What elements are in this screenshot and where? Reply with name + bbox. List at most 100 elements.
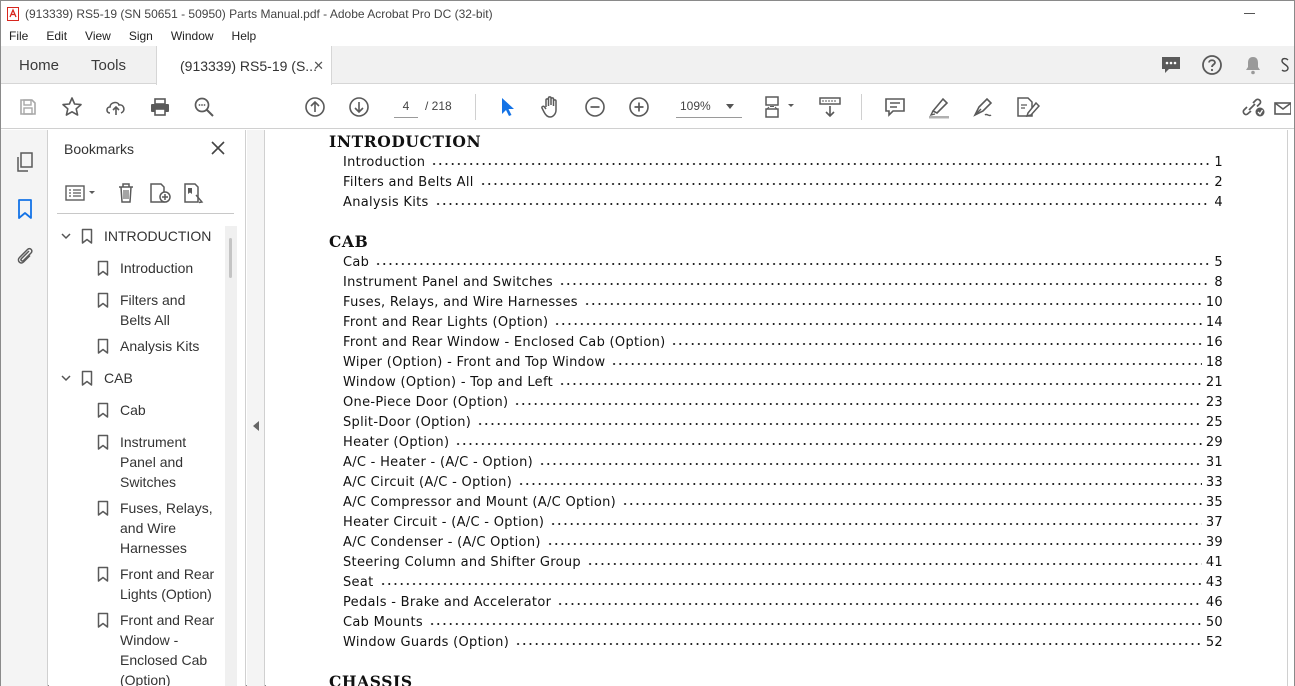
toc-entry[interactable]: A/C Circuit (A/C - Option) 33 — [343, 470, 1223, 490]
toc-entry[interactable]: A/C - Heater - (A/C - Option) 31 — [343, 450, 1223, 470]
menu-sign[interactable]: Sign — [125, 29, 153, 43]
toc-entry[interactable]: Filters and Belts All 2 — [343, 170, 1223, 190]
toc-entry[interactable]: Pedals - Brake and Accelerator 46 — [343, 590, 1223, 610]
toc-entry-page: 41 — [1205, 555, 1223, 570]
scrollbar-thumb[interactable] — [229, 238, 232, 278]
bookmark-item[interactable]: Introduction — [49, 258, 225, 278]
close-tab-icon[interactable]: ✕ — [313, 58, 324, 74]
comment-bubble-icon[interactable] — [1157, 51, 1185, 79]
new-bookmark-icon[interactable] — [147, 180, 173, 206]
tab-document-label: (913339) RS5-19 (S... — [180, 57, 317, 74]
toc-entry-page: 4 — [1214, 195, 1223, 210]
toc-entry[interactable]: Heater (Option) 29 — [343, 430, 1223, 450]
save-icon[interactable] — [14, 93, 42, 121]
delete-bookmark-icon[interactable] — [115, 180, 137, 206]
dot-leader — [586, 554, 1202, 567]
dot-leader — [518, 474, 1202, 487]
toc-entry[interactable]: Split-Door (Option) 25 — [343, 410, 1223, 430]
bookmarks-scrollbar[interactable] — [225, 226, 237, 686]
toc-entry[interactable]: A/C Condenser - (A/C Option) 39 — [343, 530, 1223, 550]
menu-edit[interactable]: Edit — [42, 29, 67, 43]
vertical-scrollbar[interactable] — [1287, 130, 1294, 686]
toc-entry[interactable]: Front and Rear Lights (Option) 14 — [343, 310, 1223, 330]
bookmarks-panel: Bookmarks INTRODUCTION Introduction Filter… — [49, 130, 246, 686]
toc-entry[interactable]: Front and Rear Window - Enclosed Cab (Op… — [343, 330, 1223, 350]
bookmark-item[interactable]: Fuses, Relays, and Wire Harnesses — [49, 498, 225, 558]
bookmark-item[interactable]: Cab — [49, 400, 225, 420]
share-link-icon[interactable] — [1239, 93, 1267, 121]
help-icon[interactable] — [1198, 51, 1226, 79]
bookmark-item[interactable]: Front and Rear Lights (Option) — [49, 564, 225, 604]
close-icon[interactable] — [209, 139, 227, 157]
panel-collapse-handle[interactable] — [247, 130, 265, 686]
find-bookmark-icon[interactable] — [181, 180, 207, 206]
toc-entry[interactable]: Seat 43 — [343, 570, 1223, 590]
add-comment-icon[interactable] — [881, 93, 909, 121]
toc-entry-page: 10 — [1205, 295, 1223, 310]
tab-home[interactable]: Home — [19, 46, 59, 84]
toc-entry-page: 29 — [1205, 435, 1223, 450]
attachments-icon[interactable] — [11, 241, 39, 269]
toc-entry[interactable]: Window (Option) - Top and Left 21 — [343, 370, 1223, 390]
toc-entry[interactable]: A/C Compressor and Mount (A/C Option) 35 — [343, 490, 1223, 510]
star-icon[interactable] — [58, 93, 86, 121]
toc-entry-title: Analysis Kits — [343, 195, 435, 210]
toc-entry-page: 33 — [1205, 475, 1223, 490]
page-display-icon[interactable] — [761, 93, 797, 121]
print-icon[interactable] — [146, 93, 174, 121]
zoom-out-icon[interactable] — [581, 93, 609, 121]
draw-pen-icon[interactable] — [969, 93, 997, 121]
bookmark-item[interactable]: Front and Rear Window - Enclosed Cab (Op… — [49, 610, 225, 686]
tab-document[interactable]: (913339) RS5-19 (S... ✕ — [156, 46, 332, 85]
cloud-upload-icon[interactable] — [102, 93, 130, 121]
menu-help[interactable]: Help — [228, 29, 257, 43]
bookmark-options-icon[interactable] — [63, 180, 99, 206]
toc-entry[interactable]: Cab Mounts 50 — [343, 610, 1223, 630]
menu-window[interactable]: Window — [167, 29, 214, 43]
toc-entry[interactable]: Wiper (Option) - Front and Top Window 18 — [343, 350, 1223, 370]
send-icon[interactable] — [1273, 93, 1293, 121]
toc-entry[interactable]: Cab 5 — [343, 250, 1223, 270]
document-viewer[interactable]: INTRODUCTION Introduction 1 Filters and Bel… — [266, 130, 1287, 686]
previous-page-icon[interactable] — [301, 93, 329, 121]
toc-entry[interactable]: Fuses, Relays, and Wire Harnesses 10 — [343, 290, 1223, 310]
toc-entry[interactable]: Steering Column and Shifter Group 41 — [343, 550, 1223, 570]
hand-tool-icon[interactable] — [537, 93, 565, 121]
menu-file[interactable]: File — [5, 29, 28, 43]
toc-entry[interactable]: Instrument Panel and Switches 8 — [343, 270, 1223, 290]
sign-in-icon[interactable] — [1280, 51, 1294, 79]
bookmark-item[interactable]: Filters and Belts All — [49, 290, 225, 330]
toc-entry[interactable]: Introduction 1 — [343, 150, 1223, 170]
highlight-pen-icon[interactable] — [925, 93, 953, 121]
bookmark-item[interactable]: Instrument Panel and Switches — [49, 432, 225, 492]
toc-entry[interactable]: Analysis Kits 4 — [343, 190, 1223, 210]
zoom-level-dropdown[interactable]: 109% — [676, 95, 742, 118]
bookmark-icon — [97, 434, 109, 451]
bookmark-section[interactable]: INTRODUCTION — [49, 226, 225, 246]
fill-and-sign-icon[interactable] — [1013, 93, 1041, 121]
bookmark-section[interactable]: CAB — [49, 368, 225, 388]
search-icon[interactable] — [190, 93, 218, 121]
bookmarks-icon[interactable] — [11, 195, 39, 223]
select-cursor-icon[interactable] — [493, 93, 521, 121]
toc-entry[interactable]: One-Piece Door (Option) 23 — [343, 390, 1223, 410]
chevron-down-icon[interactable] — [60, 230, 72, 242]
bookmarks-toolbar — [57, 174, 234, 214]
chevron-down-icon[interactable] — [60, 372, 72, 384]
toc-entry[interactable]: Window Guards (Option) 52 — [343, 630, 1223, 650]
tab-tools[interactable]: Tools — [91, 46, 126, 84]
menu-view[interactable]: View — [81, 29, 111, 43]
page-thumbnails-icon[interactable] — [11, 148, 39, 176]
left-navigation-rail — [1, 130, 48, 686]
scroll-mode-icon[interactable] — [816, 93, 844, 121]
notifications-bell-icon[interactable] — [1239, 51, 1267, 79]
dot-leader — [611, 354, 1202, 367]
page-number-input[interactable]: 4 — [394, 95, 418, 118]
zoom-in-icon[interactable] — [625, 93, 653, 121]
bookmark-label: Fuses, Relays, and Wire Harnesses — [120, 500, 213, 556]
toc-entry[interactable]: Heater Circuit - (A/C - Option) 37 — [343, 510, 1223, 530]
toc-entry-title: Cab Mounts — [343, 615, 429, 630]
next-page-icon[interactable] — [345, 93, 373, 121]
minimize-button[interactable] — [1244, 5, 1258, 19]
bookmark-item[interactable]: Analysis Kits — [49, 336, 225, 356]
